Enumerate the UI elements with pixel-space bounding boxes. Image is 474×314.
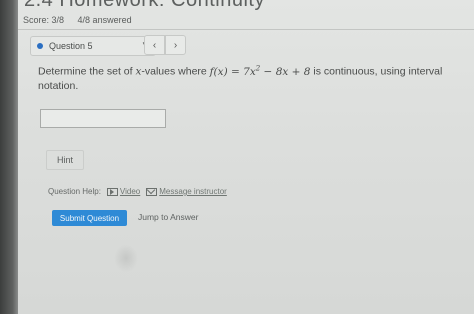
message-instructor-link[interactable]: Message instructor [146, 187, 227, 196]
function-lhs: f(x) = 7x [209, 65, 256, 78]
assignment-title: 2.4 Homework: Continuity [24, 0, 265, 11]
hint-button[interactable]: Hint [46, 150, 84, 170]
video-link-label: Video [119, 187, 141, 196]
function-expression: f(x) = 7x2 − 8x + 8 [209, 64, 311, 78]
question-prompt: Determine the set of x-values where f(x)… [38, 61, 448, 93]
chevron-right-icon: › [173, 39, 178, 51]
question-help: Question Help: Video Message instructor [48, 187, 233, 196]
function-rhs: − 8x + 8 [260, 65, 311, 78]
score-text: Score: 3/8 [23, 15, 65, 25]
question-select-label: Question 5 [49, 41, 93, 51]
video-link[interactable]: Video [106, 187, 141, 196]
envelope-icon [146, 187, 158, 196]
jump-to-answer-link[interactable]: Jump to Answer [138, 212, 198, 222]
score-row: Score: 3/8 4/8 answered [23, 15, 132, 25]
submit-question-button[interactable]: Submit Question [52, 210, 127, 226]
screen-bezel [0, 0, 18, 314]
video-icon [106, 187, 118, 196]
prompt-middle: -values where [141, 65, 210, 78]
question-help-label: Question Help: [48, 187, 101, 196]
question-select[interactable]: Question 5 ▼ [30, 36, 156, 56]
chevron-left-icon: ‹ [152, 39, 157, 51]
status-dot-icon [37, 43, 43, 49]
next-question-button[interactable]: › [165, 35, 186, 55]
header-divider [18, 29, 474, 30]
prompt-before: Determine the set of [38, 65, 136, 78]
answer-input[interactable] [40, 109, 166, 128]
answered-text: 4/8 answered [77, 15, 132, 25]
message-instructor-label: Message instructor [159, 187, 227, 196]
homework-screen: 2.4 Homework: Continuity Score: 3/8 4/8 … [18, 0, 474, 314]
previous-question-button[interactable]: ‹ [144, 35, 165, 55]
screen-smudge [114, 244, 138, 272]
